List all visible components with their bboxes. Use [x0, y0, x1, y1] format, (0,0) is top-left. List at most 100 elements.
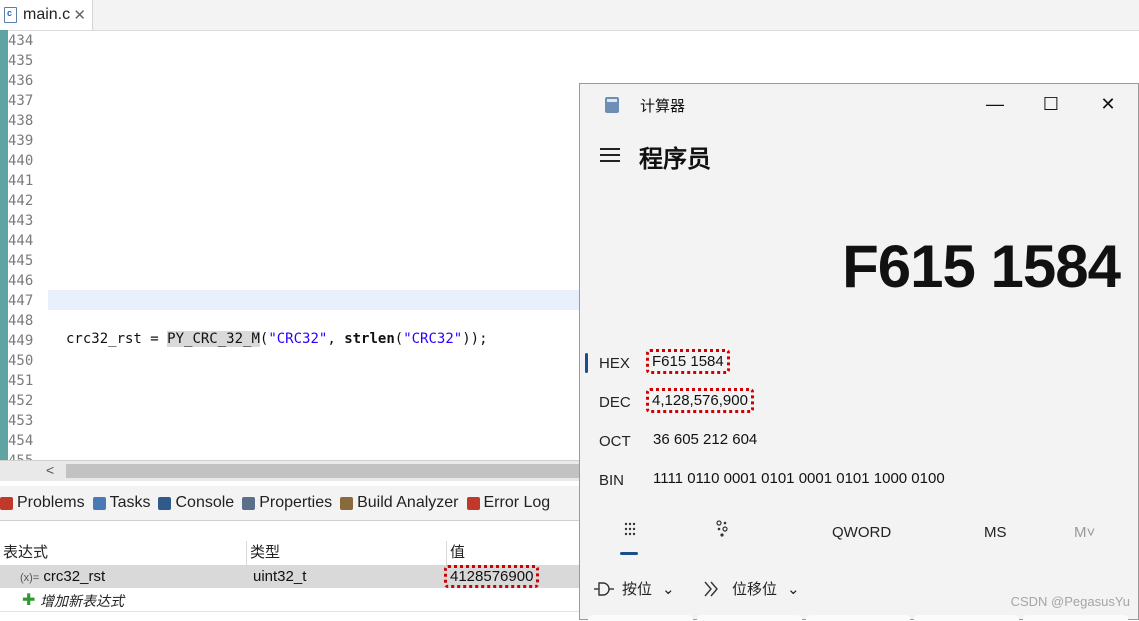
memory-dropdown-button[interactable]: M˅	[1074, 524, 1095, 541]
line-number: 439	[8, 133, 34, 149]
close-icon[interactable]: ✕	[73, 6, 86, 24]
line-number: 445	[8, 253, 34, 269]
c-file-icon	[4, 7, 17, 23]
expressions-header: 表达式 类型 值	[0, 541, 579, 566]
tab-label: Build Analyzer	[357, 494, 459, 511]
scroll-left-icon[interactable]: <	[46, 462, 54, 478]
code-fn: strlen	[344, 331, 395, 347]
code-sep: ,	[327, 331, 345, 347]
tab-problems[interactable]: Problems	[0, 494, 85, 512]
active-radix-indicator	[585, 353, 588, 373]
line-number: 453	[8, 413, 34, 429]
error-log-icon	[466, 496, 480, 510]
code-suffix: ));	[462, 331, 488, 347]
line-number: 443	[8, 213, 34, 229]
editor-tabbar: main.c ✕	[0, 0, 1139, 31]
tab-main-c[interactable]: main.c ✕	[0, 0, 93, 30]
expression-type: uint32_t	[253, 568, 307, 585]
radix-row-oct[interactable]: OCT 36 605 212 604	[580, 426, 1138, 456]
column-expression[interactable]: 表达式	[0, 541, 247, 565]
line-number: 440	[8, 153, 34, 169]
bit-toggle-keypad-icon[interactable]	[715, 520, 729, 538]
tab-console[interactable]: Console	[158, 494, 234, 512]
column-type[interactable]: 类型	[247, 541, 447, 565]
bitshift-icon	[704, 581, 718, 596]
chevron-down-icon: ⌄	[787, 580, 800, 598]
line-number: 435	[8, 53, 34, 69]
line-number: 448	[8, 313, 34, 329]
radix-value: F615 1584	[646, 349, 730, 374]
radix-value: 4,128,576,900	[646, 388, 754, 413]
line-number: 444	[8, 233, 34, 249]
line-number: 437	[8, 93, 34, 109]
current-line-highlight	[48, 290, 579, 310]
properties-icon	[242, 496, 256, 510]
scroll-thumb[interactable]	[66, 464, 579, 478]
radix-label: BIN	[599, 472, 625, 489]
maximize-button[interactable]: ☐	[1031, 90, 1071, 118]
minimize-button[interactable]: —	[975, 90, 1015, 118]
code-line-449[interactable]: crc32_rst = PY_CRC_32_M("CRC32", strlen(…	[66, 331, 488, 347]
add-expression-label: 增加新表达式	[40, 593, 124, 609]
radix-row-bin[interactable]: BIN 1111 0110 0001 0101 0001 0101 1000 01…	[580, 465, 1138, 495]
line-number: 449	[8, 333, 34, 349]
mode-title: 程序员	[639, 146, 711, 173]
bitshift-dropdown[interactable]: 位移位 ⌄	[702, 578, 800, 599]
calculator-toolbar: QWORD MS M˅	[580, 514, 1138, 558]
bitwise-label: 按位	[622, 581, 653, 598]
expression-value: 4128576900	[444, 565, 540, 588]
line-number: 454	[8, 433, 34, 449]
console-icon	[158, 496, 172, 510]
full-keypad-icon[interactable]	[624, 522, 636, 536]
calculator-titlebar: 计算器 — ☐ ✕	[580, 84, 1138, 124]
tab-error-log[interactable]: Error Log	[466, 494, 550, 512]
memory-store-button[interactable]: MS	[984, 524, 1007, 541]
close-button[interactable]: ✕	[1088, 90, 1128, 118]
code-macro: PY_CRC_32_M	[167, 331, 260, 347]
chevron-down-icon: ⌄	[662, 580, 675, 598]
code-arg2: "CRC32"	[403, 331, 463, 347]
gutter-strip	[0, 30, 8, 460]
bitwise-dropdown[interactable]: 按位 ⌄	[594, 578, 675, 599]
calculator-window: 计算器 — ☐ ✕ 程序员 F615 1584 HEX F615 1584 DEC 4…	[579, 83, 1139, 621]
tasks-icon	[92, 496, 106, 510]
line-number: 452	[8, 393, 34, 409]
code-prefix: crc32_rst =	[66, 331, 168, 347]
calculator-icon	[605, 97, 619, 113]
radix-value: 1111 0110 0001 0101 0001 0101 1000 0100	[653, 470, 945, 487]
active-tab-indicator	[620, 552, 638, 555]
line-numbers: 434 435 436 437 438 439 440 441 442 443 444 445 446 4…	[8, 31, 42, 471]
watermark: CSDN @PegasusYu	[1010, 594, 1130, 609]
variable-icon: (x)=	[20, 572, 40, 584]
column-value[interactable]: 值	[447, 541, 579, 565]
radix-row-hex[interactable]: HEX F615 1584	[580, 348, 1138, 378]
tab-label: Tasks	[109, 494, 151, 511]
tab-build-analyzer[interactable]: Build Analyzer	[340, 494, 459, 512]
add-icon: ✚	[22, 592, 36, 609]
result-display: F615 1584	[842, 233, 1121, 300]
code-paren: (	[394, 331, 404, 347]
radix-row-dec[interactable]: DEC 4,128,576,900	[580, 387, 1138, 417]
line-number: 451	[8, 373, 34, 389]
line-number: 442	[8, 193, 34, 209]
radix-label: DEC	[599, 394, 631, 411]
problems-icon	[0, 496, 13, 510]
expression-row[interactable]: (x)= crc32_rst uint32_t 4128576900	[0, 565, 579, 588]
add-expression-row[interactable]: ✚ 增加新表达式	[0, 589, 579, 612]
line-number: 441	[8, 173, 34, 189]
tab-properties[interactable]: Properties	[242, 494, 332, 512]
build-analyzer-icon	[340, 496, 354, 510]
expression-name: crc32_rst	[43, 568, 106, 585]
radix-value: 36 605 212 604	[653, 431, 758, 448]
line-number: 446	[8, 273, 34, 289]
expression-name-cell: (x)= crc32_rst	[14, 566, 247, 588]
horizontal-scrollbar[interactable]: <	[0, 460, 579, 481]
tab-label: main.c	[23, 6, 71, 23]
tab-tasks[interactable]: Tasks	[92, 494, 151, 512]
menu-icon[interactable]	[600, 148, 620, 162]
calculator-title: 计算器	[640, 98, 686, 115]
line-number: 450	[8, 353, 34, 369]
expression-value-cell: 4128576900	[444, 565, 579, 588]
line-number: 447	[8, 293, 34, 309]
word-size-button[interactable]: QWORD	[832, 524, 891, 541]
